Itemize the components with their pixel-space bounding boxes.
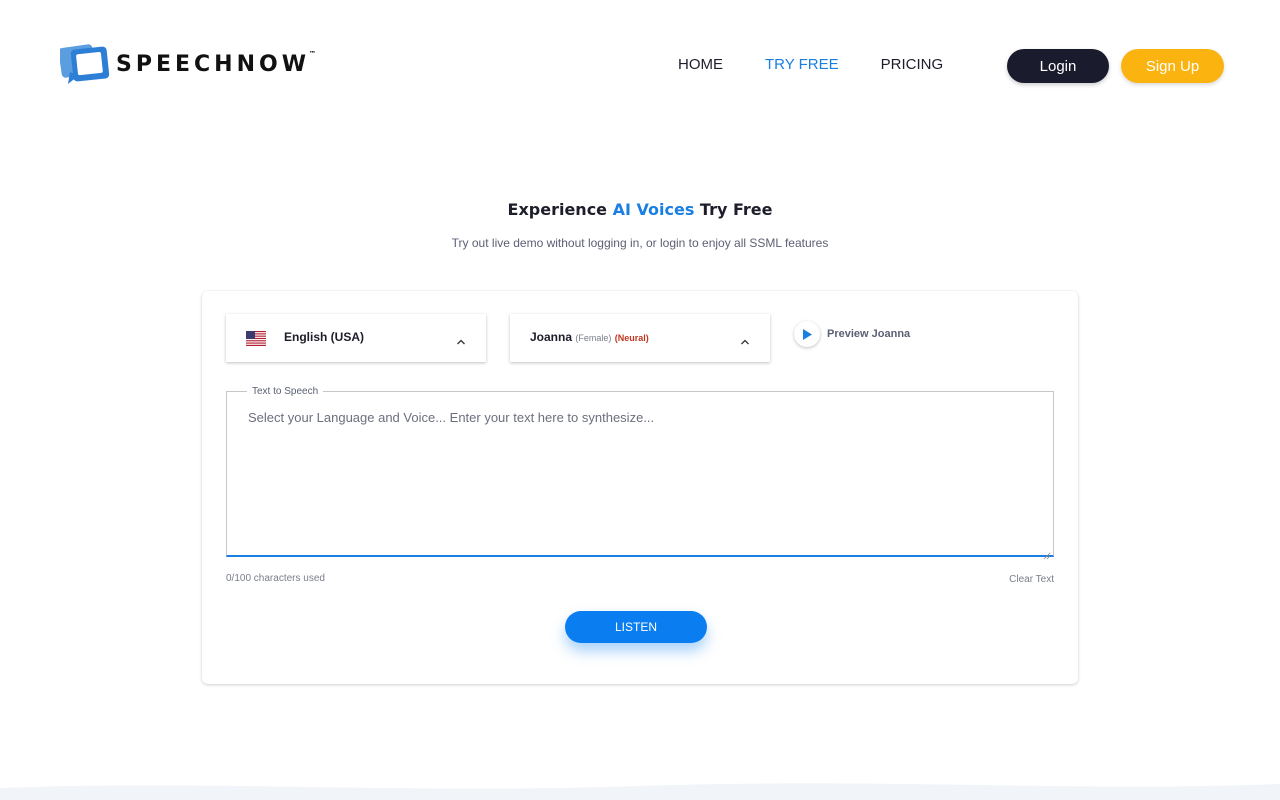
resize-grip-icon[interactable]	[1043, 545, 1051, 560]
language-select[interactable]: English (USA)	[226, 314, 486, 362]
speech-bubble-logo-icon	[58, 40, 110, 86]
login-button[interactable]: Login	[1007, 49, 1109, 83]
tts-demo-card: English (USA) Joanna (Female) (Neural) P…	[202, 291, 1078, 684]
site-header: SPEECHNOW ™ HOME TRY FREE PRICING Login …	[0, 0, 1280, 130]
voice-name: Joanna	[530, 330, 573, 344]
tts-fieldset: Text to Speech	[226, 386, 1054, 560]
chevron-up-icon	[740, 332, 750, 345]
language-select-value: English (USA)	[284, 330, 364, 344]
tts-legend: Text to Speech	[247, 386, 324, 397]
nav-home-link[interactable]: HOME	[678, 56, 723, 73]
voice-gender: (Female)	[575, 333, 612, 343]
hero-title-suffix: Try Free	[694, 200, 773, 219]
chevron-up-icon	[456, 332, 466, 345]
hero-title: Experience AI Voices Try Free	[0, 200, 1280, 219]
hero-title-accent: AI Voices	[612, 200, 695, 219]
preview-voice-label: Preview Joanna	[827, 328, 911, 340]
tts-text-input[interactable]	[228, 400, 1052, 554]
brand-logo[interactable]: SPEECHNOW ™	[58, 40, 316, 86]
brand-trademark: ™	[308, 49, 316, 58]
voice-select[interactable]: Joanna (Female) (Neural)	[510, 314, 770, 362]
main-nav: HOME TRY FREE PRICING	[678, 56, 943, 73]
voice-engine: (Neural)	[614, 333, 649, 343]
footer-wave-decoration	[0, 780, 1280, 800]
preview-voice[interactable]: Preview Joanna	[794, 321, 910, 347]
play-icon[interactable]	[794, 321, 820, 347]
nav-pricing-link[interactable]: PRICING	[881, 56, 944, 73]
voice-select-value: Joanna (Female) (Neural)	[530, 330, 649, 344]
hero-title-prefix: Experience	[507, 200, 613, 219]
listen-button[interactable]: LISTEN	[565, 611, 707, 643]
brand-name: SPEECHNOW ™	[116, 50, 316, 77]
hero-subtitle: Try out live demo without logging in, or…	[451, 236, 829, 250]
char-count: 0/100 characters used	[226, 573, 325, 584]
clear-text-link[interactable]: Clear Text	[1009, 574, 1054, 585]
signup-button[interactable]: Sign Up	[1121, 49, 1224, 83]
us-flag-icon	[246, 331, 266, 346]
nav-try-free-link[interactable]: TRY FREE	[765, 56, 839, 73]
brand-name-text: SPEECHNOW	[116, 51, 310, 77]
